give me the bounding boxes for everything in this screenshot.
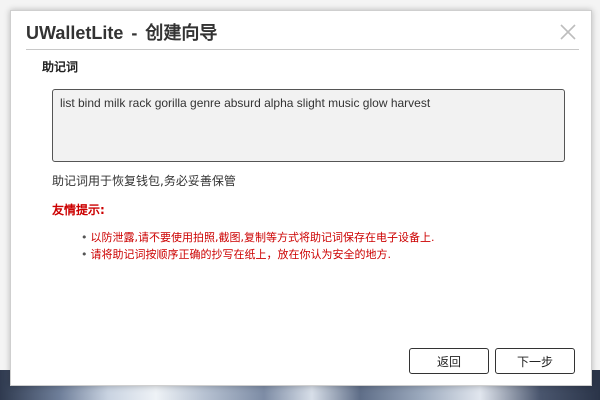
create-wizard-dialog: UWalletLite - 创建向导 助记词 list bind milk rack… xyxy=(10,10,592,386)
mnemonic-label: 助记词 xyxy=(42,60,79,74)
title-separator: - xyxy=(131,23,138,43)
mnemonic-textarea[interactable]: list bind milk rack gorilla genre absurd… xyxy=(52,89,565,162)
next-button[interactable]: 下一步 xyxy=(495,348,575,374)
bullet-icon: • xyxy=(81,248,88,261)
tips-title: 友情提示: xyxy=(52,203,105,217)
close-icon[interactable] xyxy=(557,21,579,43)
dialog-title-bar: UWalletLite - 创建向导 xyxy=(26,21,579,50)
back-button[interactable]: 返回 xyxy=(409,348,489,374)
app-name: UWalletLite xyxy=(26,23,124,43)
tips-list: • 以防泄露,请不要使用拍照,截图,复制等方式将助记词保存在电子设备上. • 请将助… xyxy=(81,229,434,263)
list-item: • 以防泄露,请不要使用拍照,截图,复制等方式将助记词保存在电子设备上. xyxy=(81,229,434,246)
wizard-title: 创建向导 xyxy=(145,23,218,43)
list-item: • 请将助记词按顺序正确的抄写在纸上，放在你认为安全的地方. xyxy=(81,246,434,263)
dialog-title: UWalletLite - 创建向导 xyxy=(26,21,217,45)
mnemonic-note: 助记词用于恢复钱包,务必妥善保管 xyxy=(52,174,236,188)
tip-text: 请将助记词按顺序正确的抄写在纸上，放在你认为安全的地方. xyxy=(90,248,392,261)
tip-text: 以防泄露,请不要使用拍照,截图,复制等方式将助记词保存在电子设备上. xyxy=(90,231,435,244)
bullet-icon: • xyxy=(81,231,88,244)
